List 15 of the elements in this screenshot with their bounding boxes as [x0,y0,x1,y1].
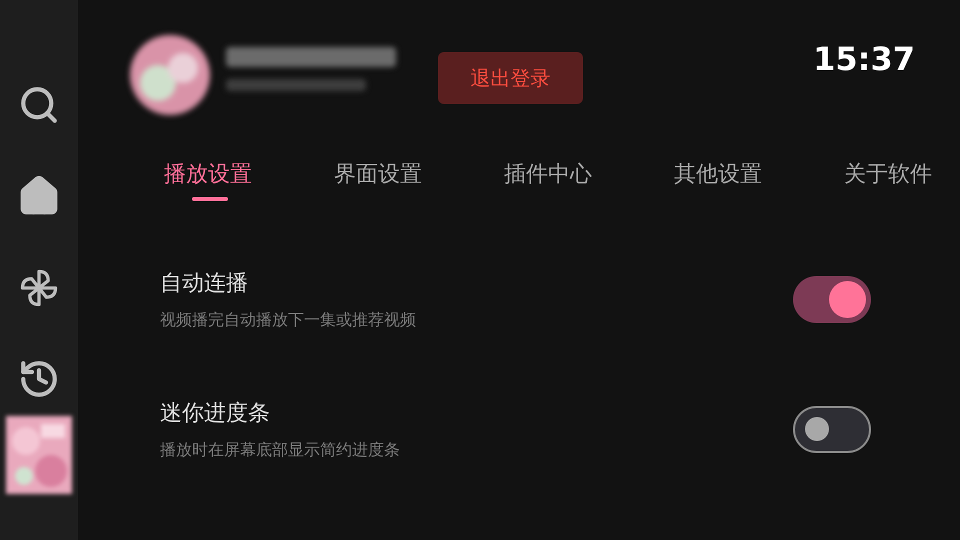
setting-description: 视频播完自动播放下一集或推荐视频 [160,308,416,330]
settings-tab[interactable]: 其他设置 [674,158,844,201]
search-icon[interactable] [18,84,60,126]
setting-title: 迷你进度条 [160,400,271,428]
history-icon[interactable] [18,358,60,400]
settings-tab[interactable]: 播放设置 [164,158,334,201]
clock-time: 15:37 [813,39,915,80]
setting-title: 自动连播 [160,270,249,298]
settings-tab[interactable]: 界面设置 [334,158,504,201]
toggle-switch[interactable] [793,406,871,452]
settings-tab[interactable]: 关于软件 [844,158,960,201]
settings-tab[interactable]: 插件中心 [504,158,674,201]
logout-button[interactable]: 退出登录 [438,52,583,104]
setting-description: 播放时在屏幕底部显示简约进度条 [160,438,400,460]
toggle-switch[interactable] [793,276,871,322]
